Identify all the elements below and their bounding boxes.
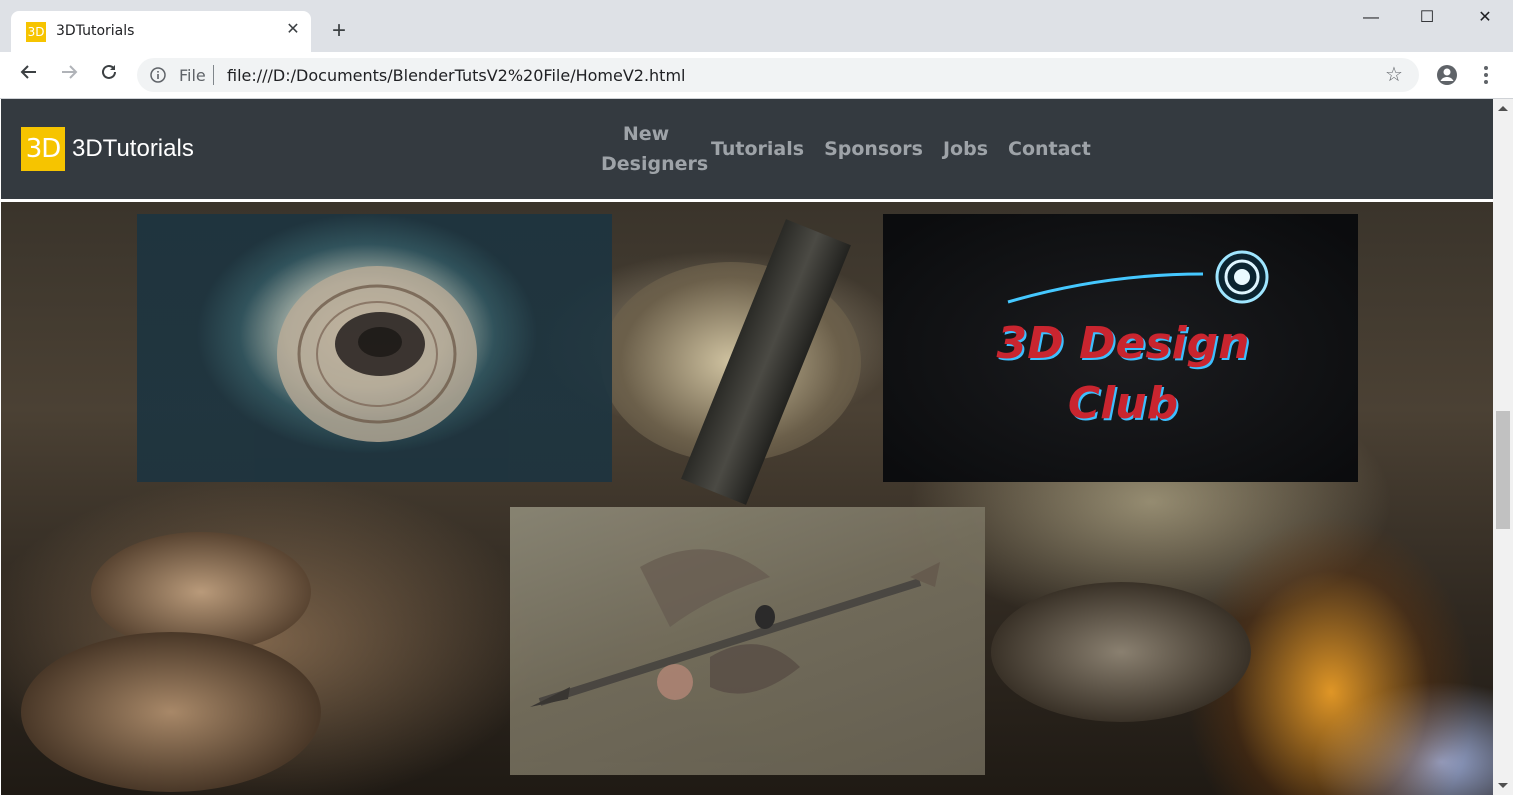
- address-bar[interactable]: File file:///D:/Documents/BlenderTutsV2%…: [137, 58, 1419, 92]
- new-tab-button[interactable]: +: [326, 19, 352, 45]
- brand[interactable]: 3D 3DTutorials: [21, 127, 194, 171]
- scroll-down-icon[interactable]: [1493, 779, 1513, 793]
- site-navbar: 3D 3DTutorials New Designers Tutorials S…: [1, 99, 1493, 199]
- hero-background: 3D Design Club: [1, 202, 1493, 795]
- tab-title: 3DTutorials: [56, 23, 135, 39]
- close-window-button[interactable]: ✕: [1457, 0, 1513, 36]
- tab-strip: 3D 3DTutorials ✕ + — ☐ ✕: [0, 0, 1513, 52]
- arrow-right-icon[interactable]: [54, 60, 84, 90]
- kebab-menu-icon[interactable]: [1478, 64, 1494, 86]
- nav-link-jobs[interactable]: Jobs: [933, 134, 998, 164]
- nav-links: New Designers Tutorials Sponsors Jobs Co…: [591, 115, 1101, 183]
- address-separator: [213, 65, 214, 85]
- arrow-left-icon[interactable]: [14, 60, 44, 90]
- account-icon[interactable]: [1436, 64, 1458, 86]
- brand-name[interactable]: 3DTutorials: [72, 135, 194, 163]
- browser-toolbar: File file:///D:/Documents/BlenderTutsV2%…: [0, 52, 1513, 99]
- gallery-image-splash[interactable]: [137, 214, 612, 482]
- scheme-label: File: [179, 66, 206, 85]
- design-club-title-line2: Club: [1067, 378, 1179, 429]
- nav-link-sponsors[interactable]: Sponsors: [814, 134, 933, 164]
- nav-link-tutorials[interactable]: Tutorials: [701, 134, 814, 164]
- reload-icon[interactable]: [94, 60, 124, 90]
- minimize-button[interactable]: —: [1343, 0, 1399, 36]
- scroll-up-icon[interactable]: [1493, 101, 1513, 115]
- favicon-icon: 3D: [26, 22, 46, 42]
- scrollbar-thumb[interactable]: [1496, 411, 1510, 529]
- vertical-scrollbar[interactable]: [1493, 99, 1513, 795]
- brand-logo[interactable]: 3D: [21, 127, 65, 171]
- star-icon[interactable]: ☆: [1385, 64, 1403, 86]
- design-club-title-line1: 3D Design: [996, 318, 1250, 369]
- nav-link-new-designers[interactable]: New Designers: [591, 119, 708, 179]
- browser-tab[interactable]: 3D 3DTutorials ✕: [11, 11, 311, 52]
- gallery-image-spear[interactable]: [510, 507, 985, 775]
- rock-decoration: [991, 582, 1251, 722]
- info-icon[interactable]: [150, 67, 166, 83]
- tab-close-button[interactable]: ✕: [283, 20, 303, 40]
- url-text[interactable]: file:///D:/Documents/BlenderTutsV2%20Fil…: [227, 66, 685, 85]
- nav-link-contact[interactable]: Contact: [998, 134, 1101, 164]
- rock-decoration: [21, 632, 321, 792]
- gallery-image-design-club[interactable]: 3D Design Club: [883, 214, 1358, 482]
- maximize-button[interactable]: ☐: [1399, 0, 1455, 36]
- page-viewport: 3D 3DTutorials New Designers Tutorials S…: [0, 99, 1513, 795]
